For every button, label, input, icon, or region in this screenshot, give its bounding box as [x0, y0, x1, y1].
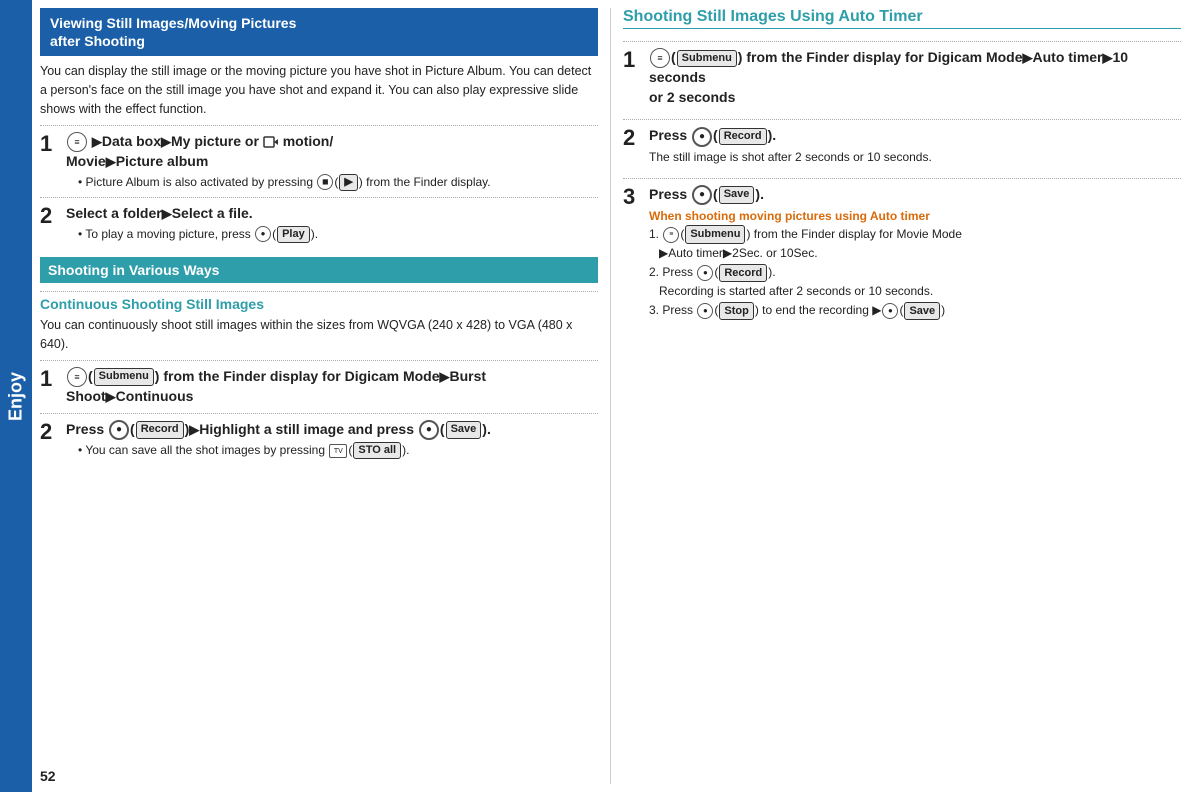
section-viewing: Viewing Still Images/Moving Picturesafte…	[40, 8, 598, 249]
step-2-continuous: 2 Press ●(Record)▶Highlight a still imag…	[40, 413, 598, 460]
circle-ms3b: ●	[882, 303, 898, 319]
right-column: Shooting Still Images Using Auto Timer 1…	[610, 8, 1181, 784]
step-1-viewing: 1 ≡ ▶Data box▶My picture or motion/Movie…	[40, 125, 598, 191]
step-1-continuous: 1 ≡(Submenu) from the Finder display for…	[40, 360, 598, 407]
step-2-bullet: To play a moving picture, press ●(Play).	[78, 226, 598, 244]
step-num-c1: 1	[40, 367, 58, 391]
right-step-num-3: 3	[623, 185, 641, 209]
circle-ms3: ●	[697, 303, 713, 319]
menu-icon-c1: ≡	[67, 367, 87, 387]
circle-r3: ●	[692, 185, 712, 205]
sidebar-label: Enjoy	[0, 0, 32, 792]
section-shooting-ways-header: Shooting in Various Ways	[40, 257, 598, 283]
step-number-1: 1	[40, 132, 58, 156]
moving-step-2: 2. Press ●(Record). Recording is started…	[649, 263, 1181, 300]
moving-pictures-subheader: When shooting moving pictures using Auto…	[649, 209, 1181, 223]
circle-record: ●	[109, 420, 129, 440]
right-step-2: 2 Press ●(Record). The still image is sh…	[623, 119, 1181, 165]
step-num-c2: 2	[40, 420, 58, 444]
right-step-3-content: Press ●(Save). When shooting moving pict…	[649, 185, 1181, 322]
right-step-num-2: 2	[623, 126, 641, 150]
step-2-content: Select a folder▶Select a file. To play a…	[66, 204, 598, 243]
right-step-3: 3 Press ●(Save). When shooting moving pi…	[623, 178, 1181, 322]
step-c2-text: Press ●(Record)▶Highlight a still image …	[66, 420, 598, 440]
left-column: Viewing Still Images/Moving Picturesafte…	[40, 8, 598, 784]
section-continuous-header: Continuous Shooting Still Images	[40, 291, 598, 312]
moving-step-3: 3. Press ●(Stop) to end the recording ▶●…	[649, 301, 1181, 320]
step-1-content: ≡ ▶Data box▶My picture or motion/Movie▶P…	[66, 132, 598, 191]
circle-icon-small: ◼	[317, 174, 333, 190]
record-badge-r2: Record	[719, 128, 767, 145]
step-c2-bullet: You can save all the shot images by pres…	[78, 442, 598, 460]
save-badge-ms3: Save	[904, 302, 940, 321]
circle-r2: ●	[692, 127, 712, 147]
save-badge: Save	[446, 421, 482, 438]
submenu-badge-r1: Submenu	[677, 50, 737, 67]
step-1-bullet: Picture Album is also activated by press…	[78, 174, 598, 192]
step-2-viewing: 2 Select a folder▶Select a file. To play…	[40, 197, 598, 243]
motion-icon	[263, 135, 279, 149]
record-badge: Record	[136, 421, 184, 438]
right-step-1: 1 ≡(Submenu) from the Finder display for…	[623, 41, 1181, 107]
step-c1-text: ≡(Submenu) from the Finder display for D…	[66, 367, 598, 407]
submenu-badge-c1: Submenu	[94, 368, 154, 385]
right-step-num-1: 1	[623, 48, 641, 72]
step-1-text: ≡ ▶Data box▶My picture or motion/Movie▶P…	[66, 132, 598, 172]
right-step-1-text: ≡(Submenu) from the Finder display for D…	[649, 48, 1181, 107]
right-step-2-content: Press ●(Record). The still image is shot…	[649, 126, 1181, 165]
save-badge-r3: Save	[719, 186, 755, 203]
page-number: 52	[40, 760, 598, 784]
stop-badge-ms3: Stop	[719, 302, 753, 321]
moving-step-1: 1. ≡(Submenu) from the Finder display fo…	[649, 225, 1181, 262]
menu-icon: ≡	[67, 132, 87, 152]
submenu-badge-ms1: Submenu	[685, 225, 745, 244]
record-badge-ms2: Record	[719, 264, 767, 283]
step-c2-content: Press ●(Record)▶Highlight a still image …	[66, 420, 598, 460]
menu-icon-r1: ≡	[650, 48, 670, 68]
section-viewing-body: You can display the still image or the m…	[40, 62, 598, 118]
right-step-1-content: ≡(Submenu) from the Finder display for D…	[649, 48, 1181, 107]
section-shooting-ways: Shooting in Various Ways	[40, 257, 598, 287]
tv-icon: TV	[329, 444, 347, 458]
right-step-2-text: Press ●(Record).	[649, 126, 1181, 146]
step-number-2: 2	[40, 204, 58, 228]
step-c1-content: ≡(Submenu) from the Finder display for D…	[66, 367, 598, 407]
right-step-2-sub: The still image is shot after 2 seconds …	[649, 149, 1181, 166]
play-badge-small: ▶	[339, 174, 357, 191]
step-2-text: Select a folder▶Select a file.	[66, 204, 598, 224]
menu-icon-ms1: ≡	[663, 227, 679, 243]
section-continuous-body: You can continuously shoot still images …	[40, 316, 598, 354]
sto-badge: STO all	[353, 442, 401, 459]
section-viewing-header: Viewing Still Images/Moving Picturesafte…	[40, 8, 598, 56]
circle-play-icon: ●	[255, 226, 271, 242]
right-step-3-text: Press ●(Save).	[649, 185, 1181, 205]
circle-save: ●	[419, 420, 439, 440]
play-badge: Play	[277, 226, 310, 243]
right-section-header: Shooting Still Images Using Auto Timer	[623, 8, 1181, 29]
section-continuous: Continuous Shooting Still Images You can…	[40, 287, 598, 465]
circle-ms2: ●	[697, 265, 713, 281]
